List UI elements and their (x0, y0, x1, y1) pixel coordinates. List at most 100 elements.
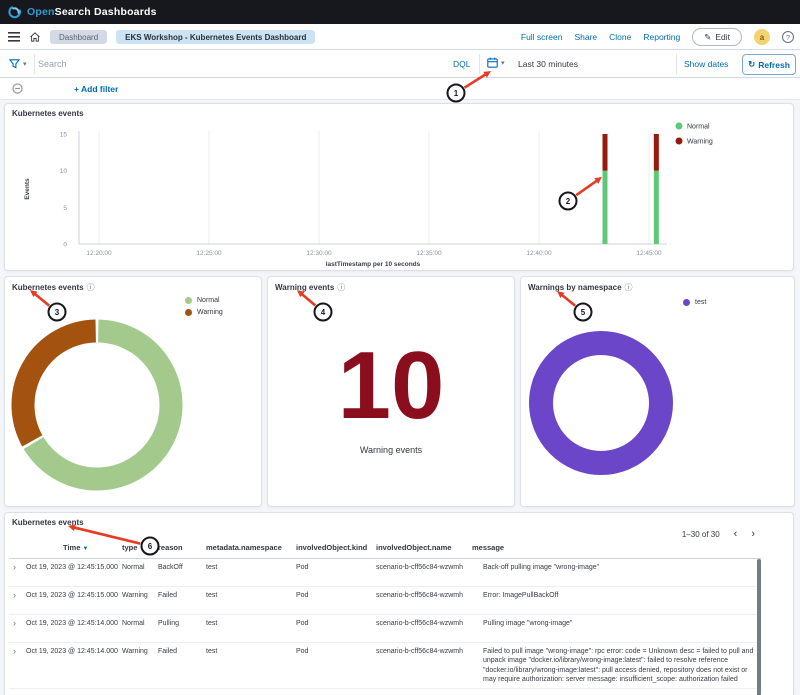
chevron-down-icon: ▾ (23, 60, 27, 68)
legend-label: Normal (687, 124, 710, 131)
column-header-type[interactable]: type (119, 543, 155, 553)
column-header-reason[interactable]: reason (155, 543, 203, 553)
info-icon[interactable]: ⓘ (625, 282, 633, 293)
column-header-time[interactable]: Time ▼ (23, 543, 119, 553)
edit-button[interactable]: ✎ Edit (692, 28, 742, 46)
table-row: ›Oct 19, 2023 @ 12:45:14.000NormalPullin… (9, 615, 761, 643)
help-icon[interactable]: ? (782, 31, 794, 43)
cell-type: Warning (119, 591, 155, 611)
cell-kind: Pod (293, 563, 373, 583)
info-icon[interactable]: ⓘ (337, 282, 345, 293)
refresh-icon: ↻ (748, 59, 755, 70)
clone-link[interactable]: Clone (609, 32, 631, 42)
cell-kind: Pod (293, 647, 373, 685)
opensearch-dashboards-app: OpenSearch Dashboards Dashboard EKS Work… (0, 0, 800, 695)
cell-time: Oct 19, 2023 @ 12:45:14.000 (23, 647, 119, 685)
chevron-down-icon: ▾ (501, 59, 505, 67)
donut-slice-test[interactable] (541, 343, 661, 463)
query-bar: ▾ DQL ▾ Last 30 minutes Show dates ↻ Ref… (0, 50, 800, 78)
column-header-namespace[interactable]: metadata.namespace (203, 543, 293, 553)
panel-title[interactable]: Warning eventsⓘ (275, 282, 345, 293)
cell-namespace: test (203, 591, 293, 611)
donut-slice-Warning[interactable] (23, 331, 96, 441)
next-page-icon[interactable]: › (751, 529, 755, 539)
cell-type: Normal (119, 563, 155, 583)
cell-time: Oct 19, 2023 @ 12:45:14.000 (23, 619, 119, 639)
panel-title[interactable]: Warnings by namespaceⓘ (528, 282, 633, 293)
cell-time: Oct 19, 2023 @ 12:45:15.000 (23, 563, 119, 583)
full-screen-link[interactable]: Full screen (521, 32, 563, 42)
home-icon[interactable] (29, 31, 41, 43)
events-donut-chart (5, 277, 263, 508)
namespace-donut-chart (521, 277, 796, 508)
opensearch-logo-icon (8, 6, 21, 19)
info-icon[interactable]: ⓘ (87, 282, 95, 293)
cell-reason: Failed (155, 647, 203, 685)
panel-title[interactable]: Kubernetes eventsⓘ (12, 282, 95, 293)
top-brand-bar: OpenSearch Dashboards (0, 0, 800, 24)
panel-warnings-by-namespace: Warnings by namespaceⓘ test (520, 276, 795, 507)
warning-events-count: 10 (268, 337, 514, 435)
bar-segment-normal[interactable] (654, 171, 659, 244)
x-tick-label: 12:40:00 (526, 250, 552, 257)
brand-title: OpenSearch Dashboards (27, 6, 157, 18)
refresh-button[interactable]: ↻ Refresh (742, 54, 796, 75)
y-tick-label: 0 (63, 242, 67, 249)
separator (479, 54, 480, 74)
saved-query-icon[interactable]: ▾ (9, 58, 27, 69)
panel-kubernetes-events-donut: Kubernetes eventsⓘ Normal Warning (4, 276, 262, 507)
expand-row-icon[interactable]: › (9, 619, 23, 639)
expand-row-icon[interactable]: › (9, 647, 23, 685)
table-body: ›Oct 19, 2023 @ 12:45:15.000NormalBackOf… (5, 559, 795, 689)
expand-row-icon[interactable]: › (9, 563, 23, 583)
expand-row-icon[interactable]: › (9, 591, 23, 611)
legend-label: Warning (687, 139, 713, 146)
cell-message: Error: ImagePullBackOff (469, 591, 761, 611)
date-picker-button[interactable]: ▾ (487, 57, 505, 68)
table-pagination: 1–30 of 30 ‹ › (682, 529, 755, 539)
previous-page-icon[interactable]: ‹ (734, 529, 738, 539)
cell-namespace: test (203, 563, 293, 583)
bar-segment-warning[interactable] (654, 134, 659, 171)
x-tick-label: 12:45:00 (636, 250, 662, 257)
cell-kind: Pod (293, 591, 373, 611)
events-histogram-chart: 12:20:0012:25:0012:30:0012:35:0012:40:00… (5, 104, 795, 272)
table-row: ›Oct 19, 2023 @ 12:45:14.000WarningFaile… (9, 643, 761, 689)
cell-namespace: test (203, 647, 293, 685)
user-avatar[interactable]: a (754, 29, 770, 45)
panel-kubernetes-events-table: Kubernetes events 1–30 of 30 ‹ › Time ▼ … (4, 512, 794, 695)
filter-icon[interactable] (12, 83, 23, 94)
pagination-range: 1–30 of 30 (682, 530, 720, 539)
cell-name: scenario-b-cff56c84-wzwmh (373, 619, 469, 639)
reporting-link[interactable]: Reporting (643, 32, 680, 42)
column-header-name[interactable]: involvedObject.name (373, 543, 469, 553)
menu-icon[interactable] (8, 32, 20, 42)
column-header-message[interactable]: message (469, 543, 761, 553)
cell-message: Failed to pull image "wrong-image": rpc … (469, 647, 761, 685)
panel-warning-events-metric: Warning eventsⓘ 10 Warning events (267, 276, 515, 507)
panel-title[interactable]: Kubernetes events (12, 109, 84, 118)
search-input[interactable] (38, 54, 418, 74)
bar-segment-warning[interactable] (603, 134, 608, 171)
breadcrumb-dashboard[interactable]: Dashboard (50, 30, 107, 44)
cell-name: scenario-b-cff56c84-wzwmh (373, 647, 469, 685)
pencil-icon: ✎ (704, 32, 711, 43)
table-header-row: Time ▼ type reason metadata.namespace in… (9, 543, 761, 559)
time-range-value[interactable]: Last 30 minutes (518, 59, 578, 69)
cell-reason: BackOff (155, 563, 203, 583)
cell-name: scenario-b-cff56c84-wzwmh (373, 591, 469, 611)
bar-segment-normal[interactable] (603, 171, 608, 244)
panel-title[interactable]: Kubernetes events (12, 518, 84, 527)
cell-time: Oct 19, 2023 @ 12:45:15.000 (23, 591, 119, 611)
table-row: ›Oct 19, 2023 @ 12:45:15.000WarningFaile… (9, 587, 761, 615)
show-dates-button[interactable]: Show dates (684, 59, 728, 69)
cell-name: scenario-b-cff56c84-wzwmh (373, 563, 469, 583)
add-filter-button[interactable]: + Add filter (74, 84, 118, 94)
separator (676, 54, 677, 74)
legend-dot (676, 123, 683, 130)
y-tick-label: 10 (60, 168, 68, 175)
share-link[interactable]: Share (574, 32, 597, 42)
table-scrollbar[interactable] (757, 559, 761, 695)
column-header-kind[interactable]: involvedObject.kind (293, 543, 373, 553)
dql-language-button[interactable]: DQL (453, 59, 470, 69)
